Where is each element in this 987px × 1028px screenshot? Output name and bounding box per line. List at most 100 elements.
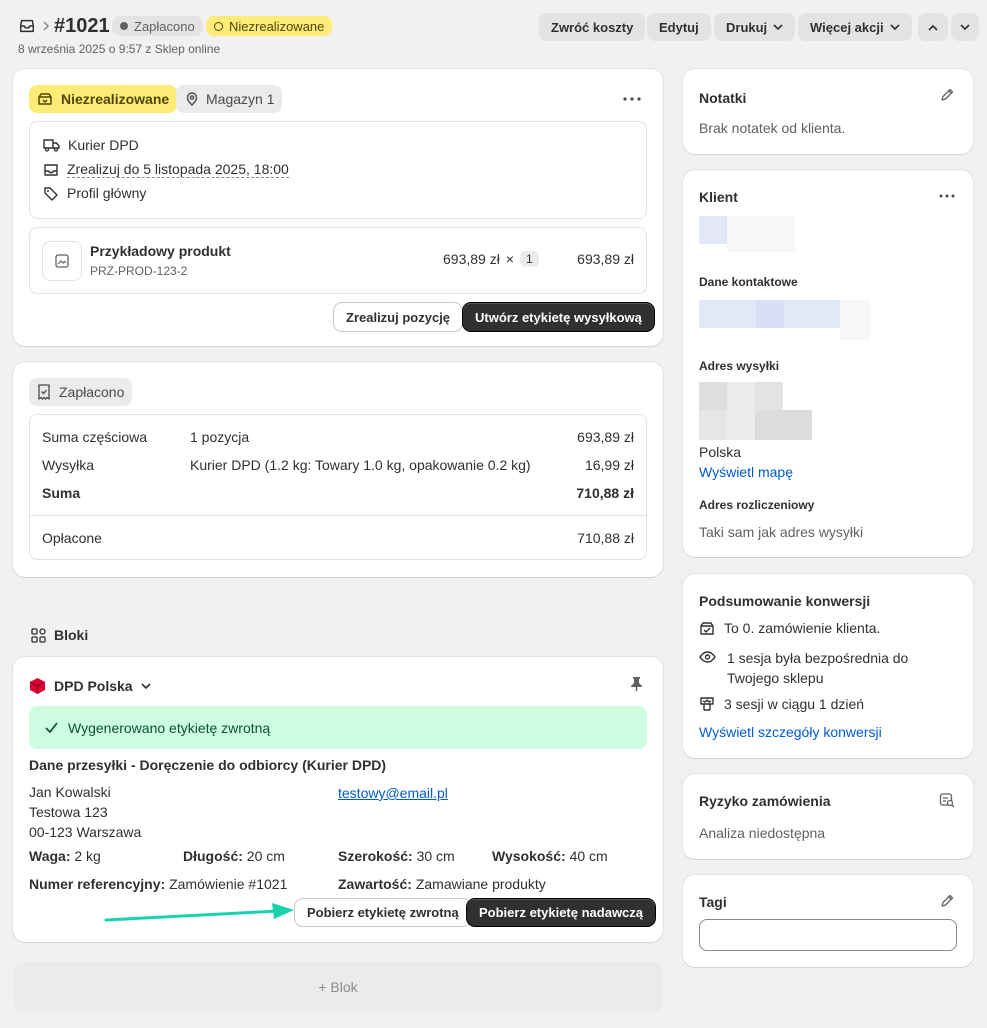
weight-label: Waga: <box>29 848 71 864</box>
reference-field: Numer referencyjny: Zamówienie #1021 <box>29 876 287 892</box>
payment-card: Zapłacono Suma częściowa 1 pozycja 693,8… <box>13 362 663 577</box>
product-name[interactable]: Przykładowy produkt <box>90 243 231 259</box>
print-button-label: Drukuj <box>726 19 768 35</box>
blocks-icon <box>31 627 46 643</box>
blurred-contact[interactable] <box>699 300 756 328</box>
customer-title: Klient <box>699 189 738 205</box>
product-thumbnail <box>42 241 82 281</box>
notes-title: Notatki <box>699 90 747 106</box>
next-order-button[interactable] <box>951 13 979 41</box>
conversion-item-text: 1 sesja była bezpośrednia do Twojego skl… <box>727 650 909 686</box>
blurred-address <box>755 382 783 410</box>
more-options-icon[interactable] <box>623 97 641 101</box>
recipient-email-link[interactable]: testowy@email.pl <box>338 785 448 801</box>
edit-button[interactable]: Edytuj <box>647 13 711 41</box>
more-actions-button[interactable]: Więcej akcji <box>798 13 912 41</box>
weight-field: Waga: 2 kg <box>29 848 101 864</box>
location-pill: Magazyn 1 <box>176 85 283 113</box>
app-selector[interactable]: DPD Polska <box>29 677 151 695</box>
dot-icon <box>120 22 128 30</box>
billing-address-title: Adres rozliczeniowy <box>699 498 815 512</box>
total-amount: 710,88 zł <box>576 485 634 501</box>
shipment-title: Dane przesyłki - Doręczenie do odbiorcy … <box>29 757 387 773</box>
storefront-icon <box>699 696 715 712</box>
price-quantity: 693,89 zł × 1 <box>443 251 539 267</box>
weight-value: 2 kg <box>74 848 101 864</box>
risk-title: Ryzyko zamówienia <box>699 793 831 809</box>
divider <box>30 515 646 516</box>
chevron-down-icon <box>890 23 900 31</box>
conversion-item: 1 sesja była bezpośrednia do Twojego skl… <box>699 648 959 688</box>
conversion-item-text: 3 sesji w ciągu 1 dzień <box>724 696 865 712</box>
shipping-method-row: Kurier DPD <box>43 137 139 153</box>
image-placeholder-icon <box>54 253 70 269</box>
blurred-customer-name[interactable] <box>699 216 727 244</box>
blurred-contact <box>840 300 870 340</box>
conversion-details-link[interactable]: Wyświetl szczegóły konwersji <box>699 724 882 740</box>
unit-price: 693,89 zł <box>443 251 500 267</box>
add-block-button[interactable]: + Blok <box>13 962 663 1012</box>
billing-address-text: Taki sam jak adres wysyłki <box>699 524 864 540</box>
profile-row: Profil główny <box>43 185 146 201</box>
notes-text: Brak notatek od klienta. <box>699 120 846 136</box>
chevron-right-icon <box>42 21 50 31</box>
order-subtitle: 8 września 2025 o 9:57 z Sklep online <box>18 42 221 56</box>
risk-card: Ryzyko zamówienia Analiza niedostępna <box>683 774 973 859</box>
create-shipping-label-button[interactable]: Utwórz etykietę wysyłkową <box>463 303 654 331</box>
refund-button[interactable]: Zwróć koszty <box>539 13 646 41</box>
pencil-icon[interactable] <box>940 894 954 908</box>
reference-label: Numer referencyjny: <box>29 876 166 892</box>
risk-analysis-icon[interactable] <box>939 792 955 808</box>
orders-icon[interactable] <box>18 17 36 35</box>
view-map-link[interactable]: Wyświetl mapę <box>699 464 793 480</box>
fulfillment-deadline[interactable]: Zrealizuj do 5 listopada 2025, 18:00 <box>67 161 289 178</box>
conversion-item: 3 sesji w ciągu 1 dzień <box>699 696 864 712</box>
recipient-city: 00-123 Warszawa <box>29 824 142 840</box>
print-button[interactable]: Drukuj <box>714 13 796 41</box>
order-count-icon <box>699 620 715 636</box>
previous-order-button[interactable] <box>918 13 948 41</box>
tags-input[interactable] <box>699 919 957 951</box>
conversion-item-text: To 0. zamówienie klienta. <box>724 620 881 636</box>
shipping-amount: 16,99 zł <box>584 457 634 473</box>
length-field: Długość: 20 cm <box>183 848 285 864</box>
subtotal-desc: 1 pozycja <box>190 429 250 445</box>
length-value: 20 cm <box>246 848 285 864</box>
more-actions-label: Więcej akcji <box>810 19 884 35</box>
fulfillment-icon <box>37 91 53 107</box>
chevron-down-icon <box>960 23 970 31</box>
chevron-down-icon <box>141 682 151 690</box>
chevron-down-icon <box>773 23 783 31</box>
recipient-name: Jan Kowalski <box>29 784 111 800</box>
pencil-icon[interactable] <box>940 88 954 102</box>
tags-card: Tagi <box>683 875 973 967</box>
contents-field: Zawartość: Zamawiane produkty <box>338 876 546 892</box>
circle-icon <box>214 21 223 31</box>
reference-value: Zamówienie #1021 <box>169 876 288 892</box>
blurred-contact <box>784 300 840 328</box>
total-label: Suma <box>42 485 81 501</box>
payment-status-pill: Zapłacono <box>29 378 133 406</box>
inbox-icon <box>43 162 59 178</box>
pin-icon[interactable] <box>630 676 643 691</box>
payment-summary-box: Suma częściowa 1 pozycja 693,89 zł Wysył… <box>29 414 647 560</box>
subtotal-label: Suma częściowa <box>42 429 148 445</box>
download-sender-label-button[interactable]: Pobierz etykietę nadawczą <box>467 899 656 926</box>
fulfill-item-button[interactable]: Zrealizuj pozycję <box>334 303 463 331</box>
app-name: DPD Polska <box>54 678 133 694</box>
checkmark-icon <box>45 722 58 733</box>
download-return-label-button[interactable]: Pobierz etykietę zwrotną <box>295 899 471 926</box>
paid-label: Opłacone <box>42 530 102 546</box>
shipping-method: Kurier DPD <box>68 137 139 153</box>
unfulfilled-badge: Niezrealizowane <box>206 16 333 36</box>
paid-badge-label: Zapłacono <box>134 18 195 34</box>
paid-amount: 710,88 zł <box>577 530 634 546</box>
more-options-icon[interactable] <box>939 194 955 198</box>
blocks-title: Bloki <box>54 627 89 643</box>
recipient-street: Testowa 123 <box>29 804 108 820</box>
unfulfilled-badge-label: Niezrealizowane <box>229 18 325 34</box>
tags-title: Tagi <box>699 894 727 910</box>
notes-card: Notatki Brak notatek od klienta. <box>683 69 973 154</box>
blurred-contact <box>756 300 784 328</box>
width-field: Szerokość: 30 cm <box>338 848 455 864</box>
